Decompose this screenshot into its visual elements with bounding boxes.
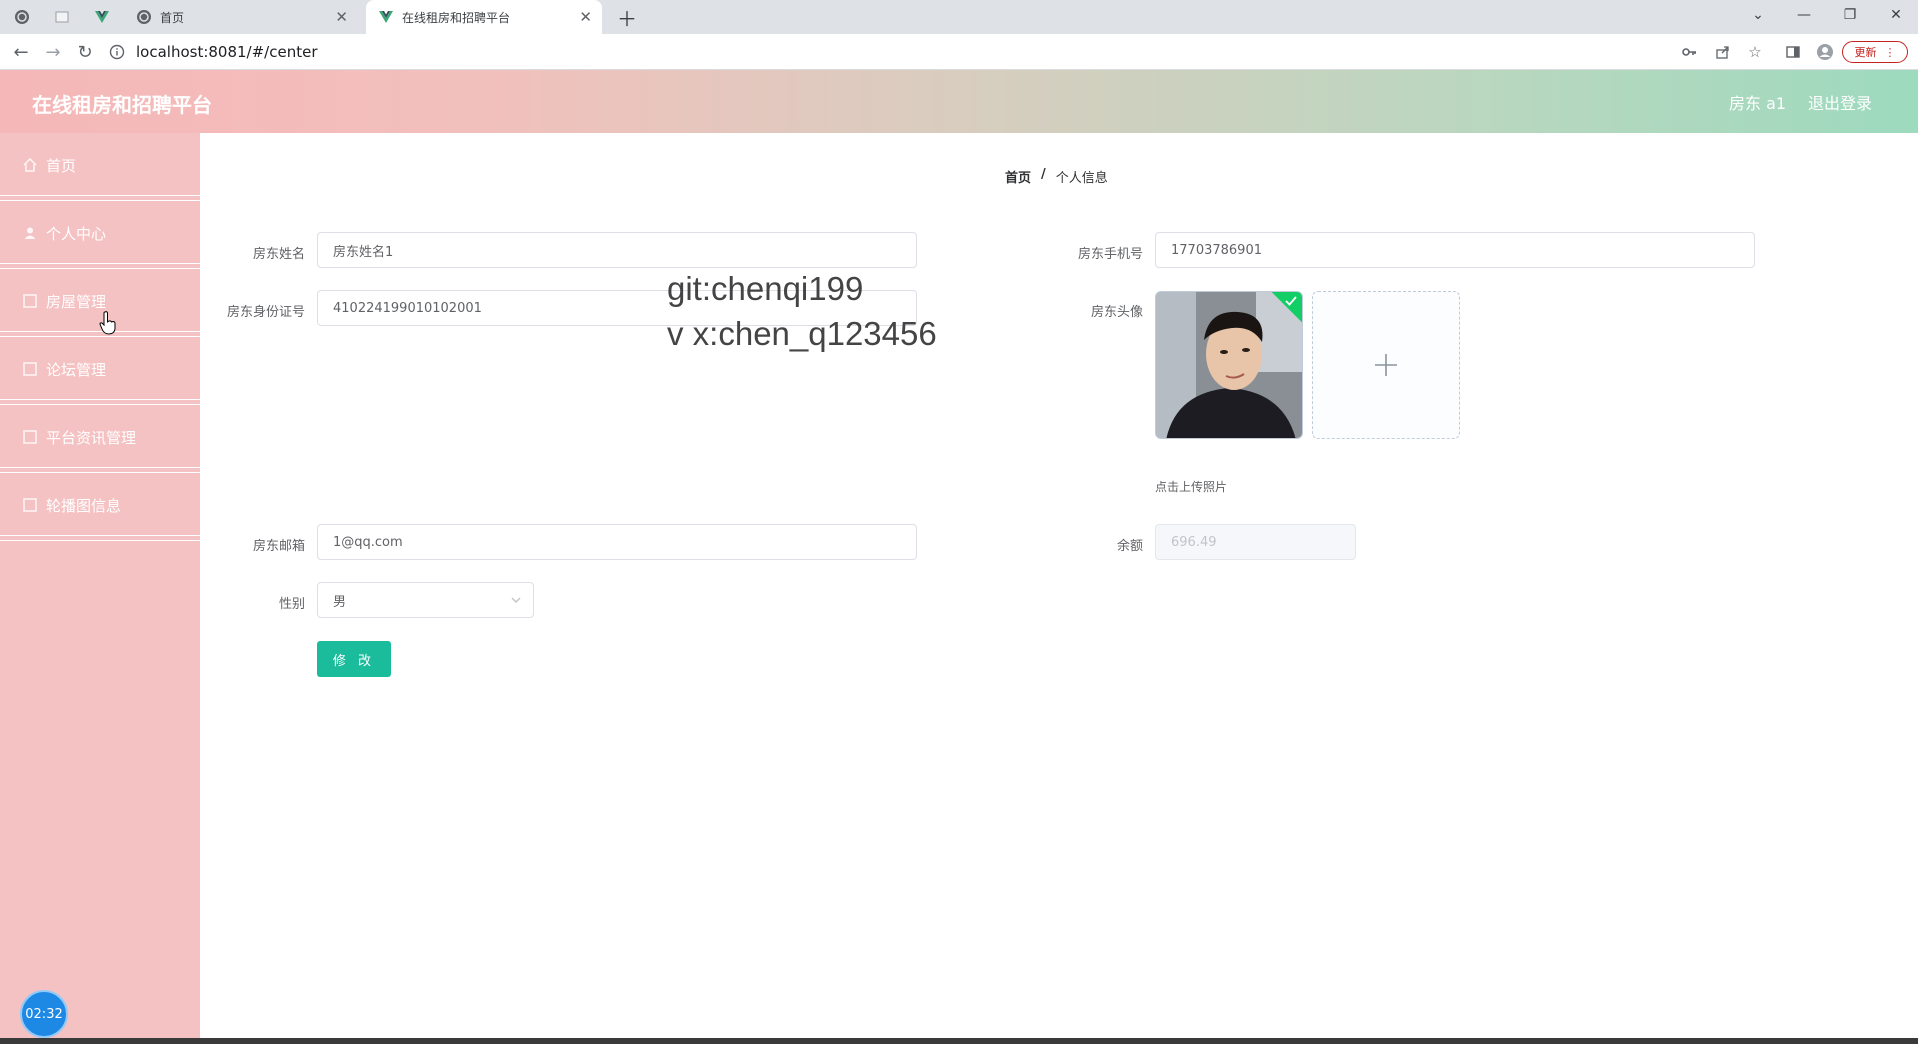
profile-icon[interactable] <box>1812 40 1838 64</box>
close-window-icon[interactable]: ✕ <box>1874 0 1918 30</box>
menu-icon <box>22 497 38 513</box>
chevron-down-icon <box>509 593 523 607</box>
sidebar-item-label: 个人中心 <box>46 224 107 243</box>
browser-tab-strip: 首页 ✕ 在线租房和招聘平台 ✕ ＋ ⌄ — ❐ ✕ <box>0 0 1918 34</box>
gender-select[interactable]: 男 <box>317 582 534 618</box>
phone-label: 房东手机号 <box>1077 247 1143 262</box>
pinned-tab-1[interactable] <box>14 0 44 34</box>
user-icon <box>22 225 38 241</box>
breadcrumb-separator: / <box>1041 167 1046 182</box>
blank-page-icon <box>54 9 70 25</box>
new-tab-button[interactable]: ＋ <box>612 0 642 34</box>
site-info-icon[interactable] <box>108 43 126 61</box>
avatar-label: 房东头像 <box>1090 305 1143 320</box>
upload-button[interactable] <box>1312 291 1460 439</box>
plus-icon <box>1375 354 1397 376</box>
key-icon[interactable] <box>1676 40 1702 64</box>
globe-icon <box>14 9 30 25</box>
menu-icon <box>22 361 38 377</box>
tab-title: 首页 <box>160 10 185 25</box>
logout-link[interactable]: 退出登录 <box>1808 90 1872 114</box>
address-field[interactable]: localhost:8081/#/center <box>108 39 1658 65</box>
current-user: 房东 a1 <box>1729 94 1787 113</box>
watermark-line-1: git:chenqi199 <box>667 270 864 307</box>
vue-logo-icon <box>94 9 110 25</box>
sidebar-item-forum[interactable]: 论坛管理 <box>0 337 200 405</box>
reload-icon[interactable]: ↻ <box>70 34 100 70</box>
star-icon[interactable]: ☆ <box>1742 40 1768 64</box>
tab-home[interactable]: 首页 ✕ <box>136 0 358 34</box>
vue-logo-icon <box>378 9 394 25</box>
sidebar-item-label: 轮播图信息 <box>46 496 122 515</box>
tab-search-icon[interactable]: ⌄ <box>1736 0 1780 30</box>
sidebar-item-profile[interactable]: 个人中心 <box>0 201 200 269</box>
breadcrumb-current: 个人信息 <box>1055 171 1108 186</box>
email-label: 房东邮箱 <box>252 539 305 554</box>
timer-badge[interactable]: 02:32 <box>20 990 68 1038</box>
id-number-label: 房东身份证号 <box>226 305 305 320</box>
back-icon[interactable]: ← <box>6 34 36 70</box>
phone-input[interactable]: 17703786901 <box>1155 232 1755 268</box>
minimize-icon[interactable]: — <box>1782 0 1826 30</box>
pinned-tab-2[interactable] <box>54 0 84 34</box>
share-icon[interactable] <box>1710 40 1736 64</box>
name-label: 房东姓名 <box>252 247 305 262</box>
browser-toolbar: ← → ↻ localhost:8081/#/center ☆ <box>0 34 1918 70</box>
hand-cursor-icon <box>99 311 117 339</box>
sidebar-item-home[interactable]: 首页 <box>0 133 200 201</box>
upload-tip: 点击上传照片 <box>1155 480 1228 494</box>
balance-input: 696.49 <box>1155 524 1356 560</box>
app-title: 在线租房和招聘平台 <box>32 93 212 117</box>
url-text: localhost:8081/#/center <box>136 43 318 61</box>
update-label: 更新 <box>1854 46 1877 59</box>
taskbar-edge <box>0 1038 1918 1044</box>
email-input[interactable]: 1@qq.com <box>317 524 917 560</box>
home-icon <box>22 157 38 173</box>
sidebar-item-carousel[interactable]: 轮播图信息 <box>0 473 200 541</box>
gender-selected-value: 男 <box>333 594 347 610</box>
close-tab-icon[interactable]: ✕ <box>335 8 348 26</box>
side-panel-icon[interactable] <box>1780 40 1806 64</box>
gender-label: 性别 <box>278 597 305 612</box>
sidebar-item-news[interactable]: 平台资讯管理 <box>0 405 200 473</box>
tab-title: 在线租房和招聘平台 <box>402 10 511 25</box>
forward-icon[interactable]: → <box>38 34 68 70</box>
watermark-line-2: v x:chen_q123456 <box>667 315 937 352</box>
save-button[interactable]: 修 改 <box>317 641 391 677</box>
breadcrumb: 首页 / 个人信息 <box>1005 167 1108 186</box>
menu-icon <box>22 293 38 309</box>
menu-icon <box>22 429 38 445</box>
tab-active-app[interactable]: 在线租房和招聘平台 ✕ <box>366 0 602 34</box>
pinned-tab-3[interactable] <box>94 0 124 34</box>
breadcrumb-home[interactable]: 首页 <box>1005 167 1031 186</box>
update-button[interactable]: 更新 ⋮ <box>1842 41 1908 63</box>
balance-label: 余额 <box>1116 539 1143 554</box>
close-tab-icon[interactable]: ✕ <box>579 8 592 26</box>
sidebar: 首页 个人中心 房屋管理 论坛管理 平台资讯管理 轮播图信息 <box>0 133 200 1044</box>
sidebar-item-label: 房屋管理 <box>46 292 107 311</box>
app-header: 在线租房和招聘平台 房东 a1 退出登录 <box>0 70 1918 133</box>
sidebar-item-label: 平台资讯管理 <box>46 428 137 447</box>
restore-icon[interactable]: ❐ <box>1828 0 1872 30</box>
more-vert-icon: ⋮ <box>1884 45 1896 59</box>
check-icon <box>1285 296 1297 306</box>
name-input[interactable]: 房东姓名1 <box>317 232 917 268</box>
sidebar-item-label: 首页 <box>46 156 77 175</box>
avatar-thumbnail[interactable] <box>1155 291 1303 439</box>
globe-icon <box>136 9 152 25</box>
sidebar-item-label: 论坛管理 <box>46 360 107 379</box>
avatar-photo <box>1156 292 1302 438</box>
